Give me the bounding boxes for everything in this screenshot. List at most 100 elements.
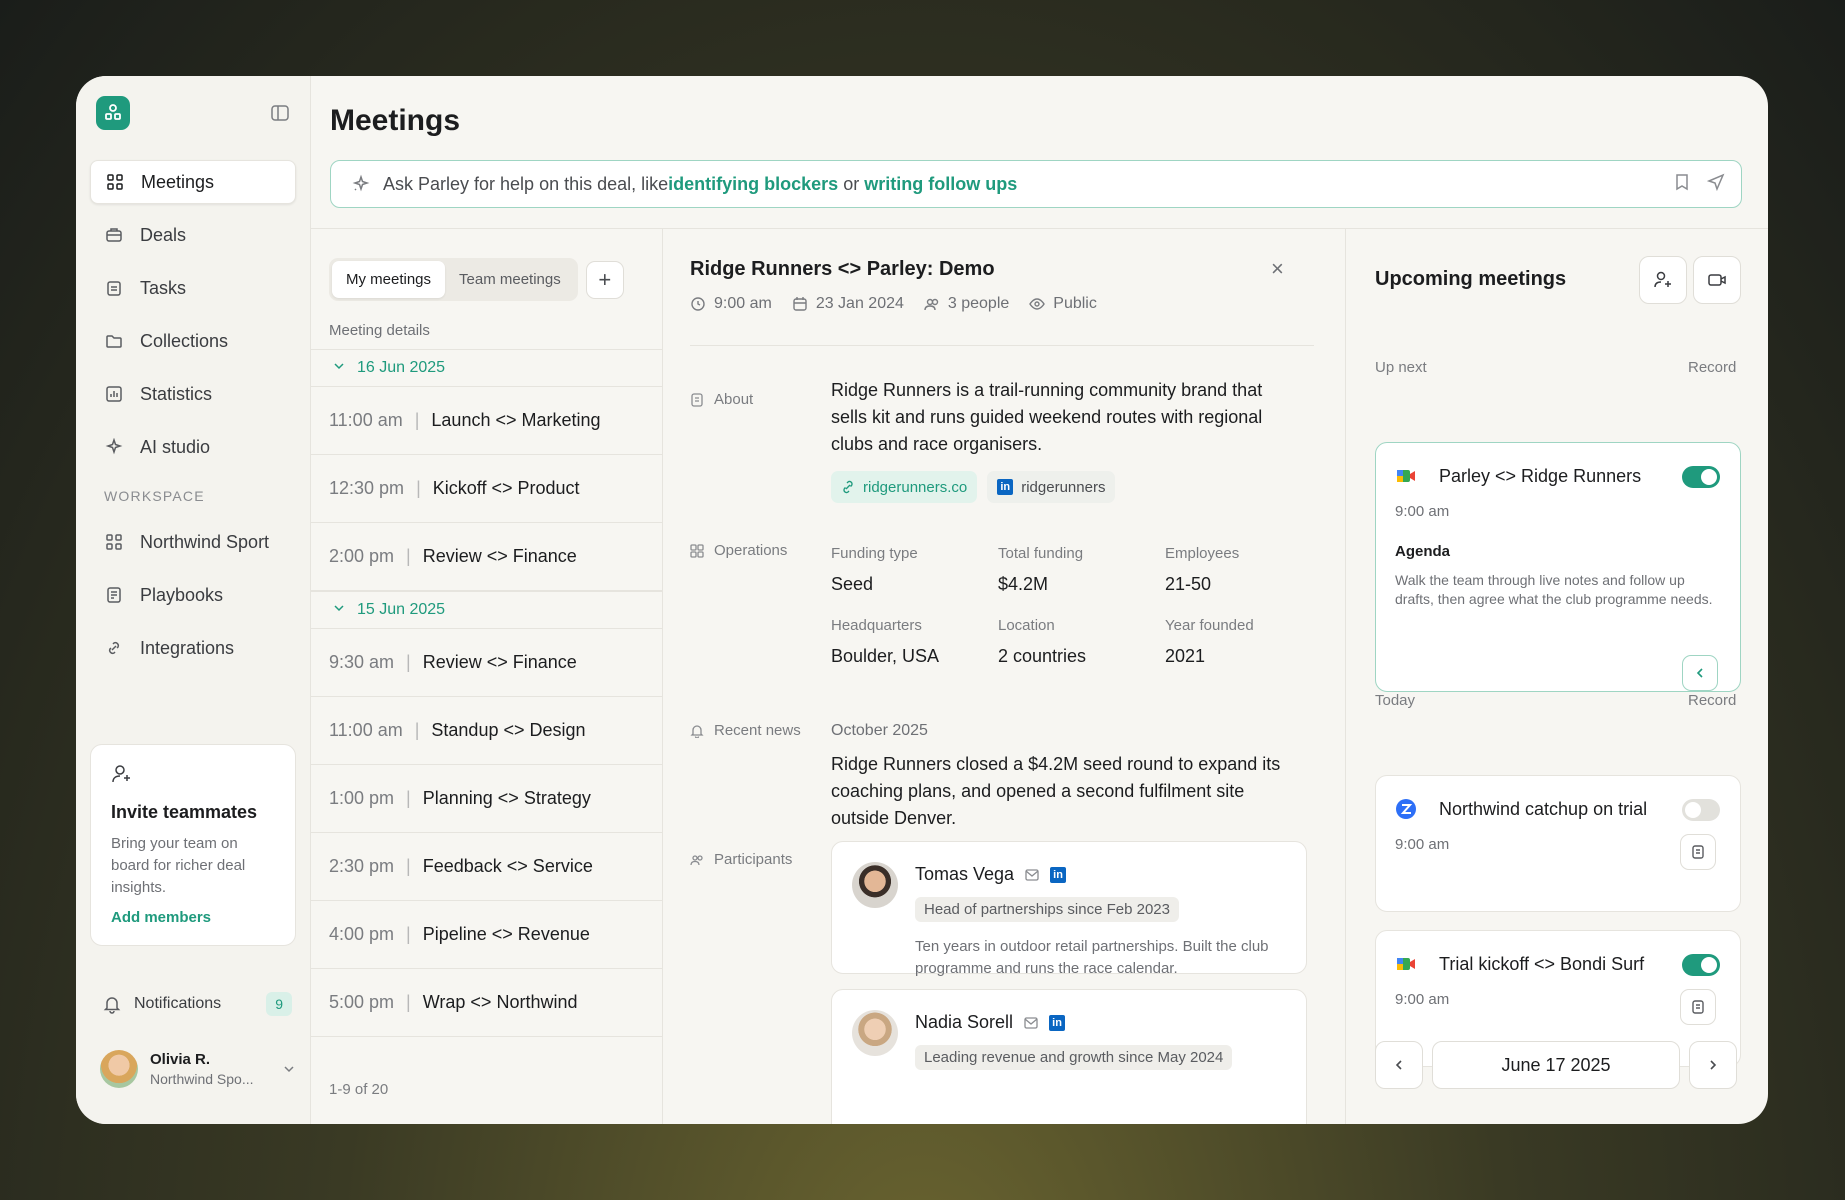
linkedin-icon: in (997, 479, 1014, 495)
close-icon[interactable]: × (1271, 258, 1291, 280)
nav-item-integrations[interactable]: Integrations (90, 626, 296, 670)
participant-card[interactable]: Nadia Sorell in Leading revenue and growt… (831, 989, 1307, 1124)
meeting-row[interactable]: 11:00 am | Launch <> Marketing (311, 387, 662, 455)
linkedin-chip[interactable]: in ridgerunners (987, 471, 1116, 503)
ops-value: $4.2M (998, 574, 1049, 594)
avatar (852, 862, 898, 908)
meeting-row[interactable]: 12:30 pm | Kickoff <> Product (311, 455, 662, 523)
add-user-icon (111, 763, 275, 790)
nav-item-tasks[interactable]: Tasks (90, 266, 296, 310)
linkedin-icon[interactable]: in (1050, 866, 1067, 883)
document-icon (690, 392, 704, 407)
record-toggle[interactable] (1682, 466, 1720, 488)
add-participant-button[interactable] (1639, 256, 1687, 304)
eye-icon (1029, 296, 1046, 312)
page-title: Meetings (330, 104, 461, 137)
record-toggle[interactable] (1682, 799, 1720, 821)
current-date[interactable]: June 17 2025 (1432, 1041, 1680, 1089)
nav-item-statistics[interactable]: Statistics (90, 372, 296, 416)
meeting-row[interactable]: 4:00 pm | Pipeline <> Revenue (311, 901, 662, 969)
app-logo[interactable] (96, 96, 130, 130)
meeting-time: 9:30 am (329, 652, 395, 672)
notifications-item[interactable]: Notifications 9 (102, 992, 292, 1016)
link-icon (841, 480, 855, 494)
ops-key: Employees (1165, 545, 1240, 562)
suggestion-writing-follow-ups[interactable]: writing follow ups (864, 174, 1017, 195)
link-icon (104, 638, 124, 658)
mail-icon[interactable] (1024, 867, 1040, 883)
meeting-row[interactable]: 2:30 pm | Feedback <> Service (311, 833, 662, 901)
meeting-people: 3 people (947, 295, 1010, 312)
website-chip[interactable]: ridgerunners.co (831, 471, 978, 503)
notifications-label: Notifications (134, 995, 222, 1012)
meeting-visibility: Public (1053, 295, 1097, 312)
next-day-button[interactable] (1689, 1041, 1737, 1089)
meeting-row[interactable]: 1:00 pm | Planning <> Strategy (311, 765, 662, 833)
ops-value: 2021 (1165, 646, 1206, 666)
notes-button[interactable] (1680, 834, 1716, 870)
workspace-heading: WORKSPACE (104, 488, 205, 504)
meeting-detail-panel: Ridge Runners <> Parley: Demo × 9:00 am … (663, 229, 1345, 1124)
record-toggle[interactable] (1682, 954, 1720, 976)
news-date: October 2025 (831, 722, 928, 739)
participant-bio: Ten years in outdoor retail partnerships… (915, 938, 1269, 977)
meeting-title: Planning <> Strategy (422, 788, 591, 808)
linkedin-icon[interactable]: in (1049, 1014, 1066, 1031)
send-icon[interactable] (1706, 173, 1725, 196)
upcoming-meeting-card[interactable]: Parley <> Ridge Runners 9:00 am Agenda W… (1375, 442, 1741, 692)
meeting-row[interactable]: 2:00 pm | Review <> Finance (311, 523, 662, 591)
bookmark-icon[interactable] (1673, 173, 1691, 196)
nav-item-deals[interactable]: Deals (90, 213, 296, 257)
separator: | (406, 992, 411, 1012)
sidebar-toggle-icon[interactable] (270, 103, 290, 123)
ask-parley-input[interactable]: Ask Parley for help on this deal, like i… (330, 160, 1742, 208)
user-name: Olivia R. (150, 1051, 211, 1068)
nav-item-northwind-sport[interactable]: Northwind Sport (90, 520, 296, 564)
upcoming-panel: Upcoming meetings Up next Record Parley … (1345, 229, 1768, 1124)
video-call-button[interactable] (1693, 256, 1741, 304)
add-members-link[interactable]: Add members (111, 909, 275, 926)
nav-item-meetings[interactable]: Meetings (90, 160, 296, 204)
ops-key: Total funding (998, 545, 1084, 562)
separator: | (406, 652, 411, 672)
previous-day-button[interactable] (1375, 1041, 1423, 1089)
participant-card[interactable]: Tomas Vega in Head of partnerships since … (831, 841, 1307, 977)
ask-prompt-text: Ask Parley for help on this deal, like (383, 173, 669, 194)
nav-item-collections[interactable]: Collections (90, 319, 296, 363)
meeting-title: Review <> Finance (422, 546, 577, 566)
ops-value: 21-50 (1165, 574, 1212, 594)
collapse-button[interactable] (1682, 655, 1718, 691)
meeting-row[interactable]: 5:00 pm | Wrap <> Northwind (311, 969, 662, 1037)
add-user-icon (1653, 270, 1673, 290)
nav-item-playbooks[interactable]: Playbooks (90, 573, 296, 617)
upcoming-meeting-card[interactable]: Northwind catchup on trial 9:00 am (1375, 775, 1741, 912)
meeting-title: Review <> Finance (422, 652, 577, 672)
ops-key: Year founded (1165, 617, 1254, 634)
chevron-down-icon (282, 1062, 296, 1076)
tab-team-meetings[interactable]: Team meetings (445, 261, 575, 298)
meeting-title: Wrap <> Northwind (422, 992, 578, 1012)
about-text: Ridge Runners is a trail-running communi… (831, 380, 1263, 454)
meeting-row[interactable]: 11:00 am | Standup <> Design (311, 697, 662, 765)
add-meeting-button[interactable]: + (585, 260, 624, 299)
suggestion-identifying-blockers[interactable]: identifying blockers (668, 174, 838, 195)
news-text: Ridge Runners closed a $4.2M seed round … (831, 754, 1281, 828)
notifications-count-badge: 9 (266, 992, 292, 1016)
google-meet-icon (1395, 953, 1417, 975)
meeting-time: 11:00 am (329, 720, 403, 740)
notes-button[interactable] (1680, 989, 1716, 1025)
participant-name: Nadia Sorell (915, 1012, 1014, 1032)
nav-item-ai-studio[interactable]: AI studio (90, 425, 296, 469)
nav-label: Integrations (140, 637, 235, 658)
chevron-left-icon (1392, 1058, 1406, 1072)
user-menu[interactable]: Olivia R. Northwind Spo... (100, 1050, 296, 1088)
date-group-header[interactable]: 16 Jun 2025 (311, 349, 662, 387)
chevron-down-icon (333, 359, 345, 377)
date-group-header[interactable]: 15 Jun 2025 (311, 591, 662, 629)
google-meet-icon (1395, 465, 1417, 487)
tab-my-meetings[interactable]: My meetings (332, 261, 446, 298)
mail-icon[interactable] (1023, 1015, 1039, 1031)
meeting-row[interactable]: 9:30 am | Review <> Finance (311, 629, 662, 697)
separator: | (414, 720, 420, 740)
nav-label: Tasks (140, 277, 187, 298)
